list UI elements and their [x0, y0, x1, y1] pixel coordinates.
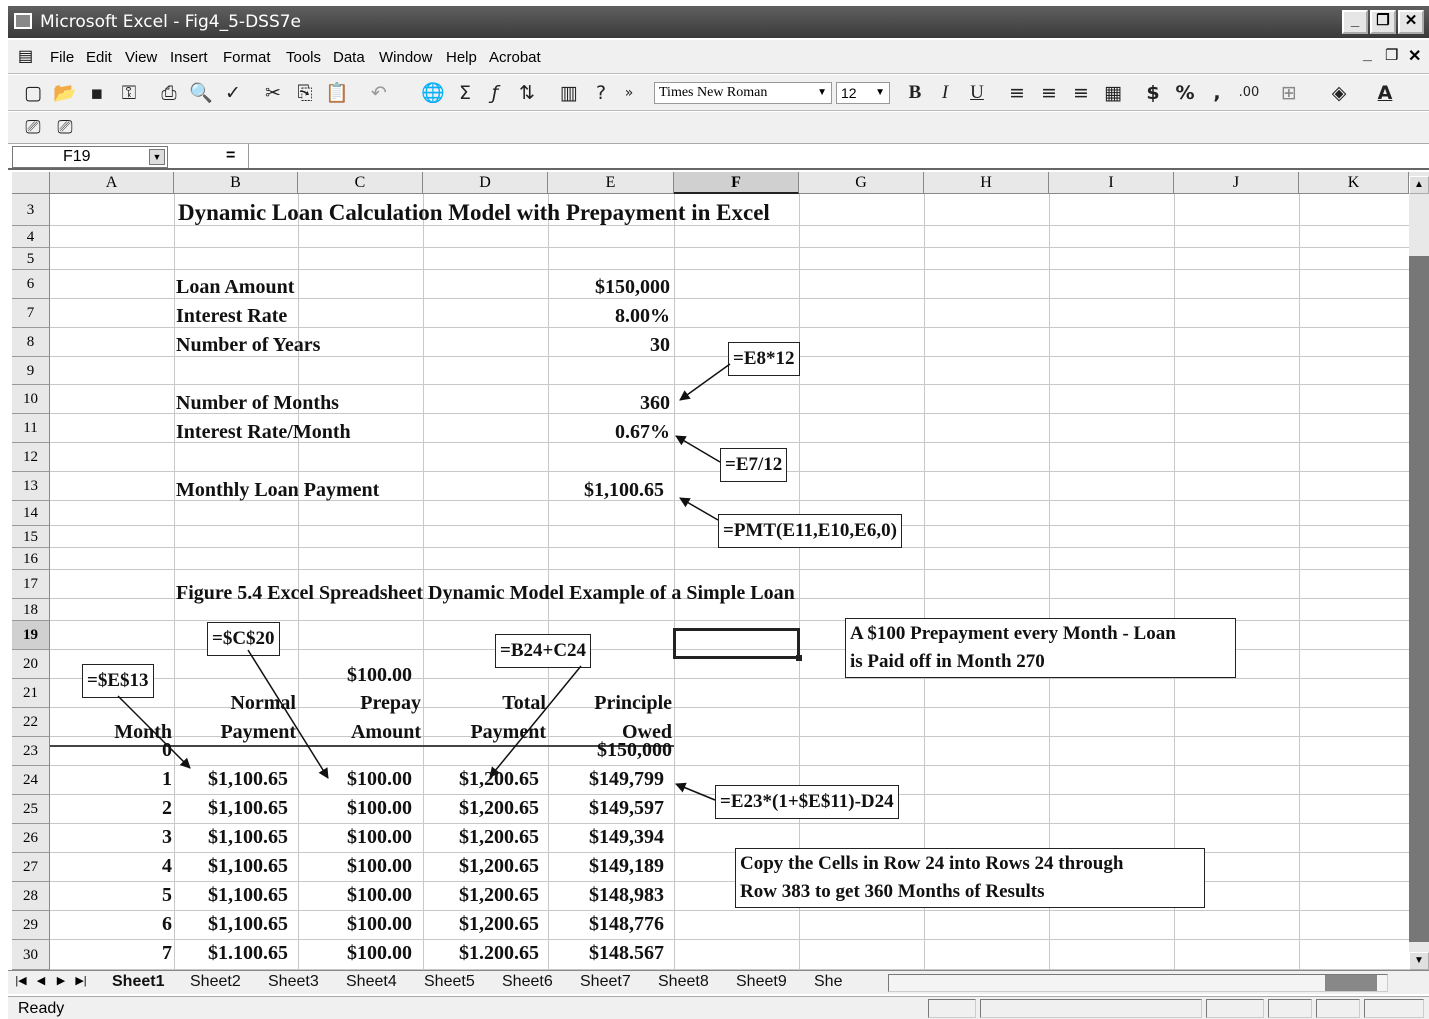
- chart-wizard-icon[interactable]: ▥: [556, 80, 582, 106]
- align-center-icon[interactable]: ≡: [1036, 80, 1062, 106]
- more-buttons-icon[interactable]: »: [616, 80, 642, 106]
- chevron-down-icon[interactable]: ▼: [149, 149, 165, 165]
- spelling-icon[interactable]: ✓: [220, 80, 246, 106]
- standard-toolbar: ▢ 📂 ▪ ⚿ ⎙ 🔍 ✓ ✂ ⎘ 📋 ↶ 🌐 Σ ƒ ⇅ ▥ ? » Time…: [8, 75, 1429, 111]
- align-right-icon[interactable]: ≡: [1068, 80, 1094, 106]
- name-box[interactable]: F19 ▼: [12, 146, 168, 168]
- worksheet-grid[interactable]: 3 4 5 6 7 8 9 10 11 12 13 14 15 16 17 18 19 20 21 22 23 24 25 2…: [12, 172, 1409, 970]
- comma-button[interactable]: ,: [1204, 80, 1230, 106]
- scroll-up-icon[interactable]: ▲: [1409, 176, 1429, 194]
- scroll-down-icon[interactable]: ▼: [1409, 952, 1429, 970]
- underline-button[interactable]: U: [964, 80, 990, 106]
- formula-bar: F19 ▼ =: [8, 144, 1429, 170]
- tab-sheet6[interactable]: Sheet6: [502, 973, 553, 991]
- menu-bar: ▤ File Edit View Insert Format Tools Dat…: [8, 40, 1429, 74]
- status-panel: [1316, 999, 1360, 1018]
- align-left-icon[interactable]: ≡: [1004, 80, 1030, 106]
- formula-equals: =: [226, 147, 236, 164]
- copy-icon[interactable]: ⎘: [292, 80, 318, 106]
- status-panel: [980, 999, 1202, 1018]
- menu-window[interactable]: Window: [379, 49, 432, 66]
- font-size-select[interactable]: 12 ▼: [836, 82, 890, 104]
- italic-button[interactable]: I: [932, 80, 958, 106]
- merge-center-icon[interactable]: ▦: [1100, 80, 1126, 106]
- sort-ascending-icon[interactable]: ⇅: [514, 80, 540, 106]
- restore-icon[interactable]: ❐: [1370, 10, 1396, 34]
- menu-tools[interactable]: Tools: [286, 49, 321, 66]
- doc-restore-icon[interactable]: ❐: [1385, 46, 1398, 64]
- menu-help[interactable]: Help: [446, 49, 477, 66]
- menu-acrobat[interactable]: Acrobat: [489, 49, 541, 66]
- tab-sheet8[interactable]: Sheet8: [658, 973, 709, 991]
- currency-button[interactable]: $: [1140, 80, 1166, 106]
- excel-app-icon[interactable]: [14, 13, 32, 29]
- scroll-thumb[interactable]: [1409, 256, 1429, 942]
- doc-close-icon[interactable]: ✕: [1408, 46, 1421, 66]
- chevron-down-icon: ▼: [817, 87, 827, 98]
- help-icon[interactable]: ?: [588, 80, 614, 106]
- print-preview-icon[interactable]: 🔍: [188, 80, 214, 106]
- sheet-tab-bar: |◀ ◀ ▶ ▶| Sheet1 Sheet2 Sheet3 Sheet4 Sh…: [8, 970, 1429, 994]
- status-panel: [928, 999, 976, 1018]
- status-panel: [1206, 999, 1264, 1018]
- tab-sheet7[interactable]: Sheet7: [580, 973, 631, 991]
- status-panel: [1364, 999, 1424, 1018]
- status-bar: Ready: [8, 996, 1429, 1019]
- menu-data[interactable]: Data: [333, 49, 365, 66]
- paste-icon[interactable]: 📋: [324, 80, 350, 106]
- open-icon[interactable]: 📂: [52, 80, 78, 106]
- font-name-select[interactable]: Times New Roman ▼: [654, 82, 832, 104]
- workbook-icon[interactable]: ▤: [18, 46, 33, 66]
- status-panel: [1268, 999, 1312, 1018]
- tab-sheet10[interactable]: She: [814, 973, 842, 991]
- next-sheet-icon[interactable]: ▶: [54, 974, 68, 987]
- tab-sheet1[interactable]: Sheet1: [112, 973, 164, 991]
- autosum-icon[interactable]: Σ: [452, 80, 478, 106]
- save-icon[interactable]: ▪: [84, 80, 110, 106]
- font-color-icon[interactable]: A: [1372, 80, 1398, 106]
- formula-input[interactable]: [248, 144, 1429, 168]
- menu-insert[interactable]: Insert: [170, 49, 208, 66]
- first-sheet-icon[interactable]: |◀: [14, 974, 28, 987]
- percent-button[interactable]: %: [1172, 80, 1198, 106]
- callout-arrows: [117, 363, 731, 801]
- tab-sheet5[interactable]: Sheet5: [424, 973, 475, 991]
- doc-minimize-icon[interactable]: _: [1363, 46, 1372, 64]
- bold-button[interactable]: B: [902, 80, 928, 106]
- acrobat-toolbar: ⎚ ⎚: [8, 112, 1429, 144]
- increase-decimal-button[interactable]: .00: [1236, 80, 1262, 106]
- cut-icon[interactable]: ✂: [260, 80, 286, 106]
- menu-view[interactable]: View: [125, 49, 157, 66]
- tab-sheet2[interactable]: Sheet2: [190, 973, 241, 991]
- menu-format[interactable]: Format: [223, 49, 271, 66]
- undo-icon[interactable]: ↶: [366, 80, 392, 106]
- last-sheet-icon[interactable]: ▶|: [74, 974, 88, 987]
- title-bar: Microsoft Excel - Fig4_5-DSS7e _ ❐ ✕: [8, 6, 1429, 38]
- tab-sheet4[interactable]: Sheet4: [346, 973, 397, 991]
- permission-icon[interactable]: ⚿: [116, 80, 142, 106]
- new-icon[interactable]: ▢: [20, 80, 46, 106]
- minimize-icon[interactable]: _: [1342, 10, 1368, 34]
- tab-sheet3[interactable]: Sheet3: [268, 973, 319, 991]
- fill-color-icon[interactable]: ◈: [1326, 80, 1352, 106]
- status-text: Ready: [18, 1000, 65, 1017]
- hyperlink-icon[interactable]: 🌐: [420, 80, 446, 106]
- print-icon[interactable]: ⎙: [156, 80, 182, 106]
- menu-edit[interactable]: Edit: [86, 49, 112, 66]
- chevron-down-icon: ▼: [875, 87, 885, 98]
- tab-sheet9[interactable]: Sheet9: [736, 973, 787, 991]
- convert-and-email-icon[interactable]: ⎚: [52, 114, 78, 140]
- convert-to-pdf-icon[interactable]: ⎚: [20, 114, 46, 140]
- close-icon[interactable]: ✕: [1398, 10, 1424, 34]
- vertical-scrollbar[interactable]: ▲ ▼: [1409, 172, 1429, 970]
- horizontal-scrollbar[interactable]: [888, 974, 1388, 992]
- prev-sheet-icon[interactable]: ◀: [34, 974, 48, 987]
- h-scroll-thumb[interactable]: [1325, 975, 1377, 991]
- borders-icon[interactable]: ⊞: [1276, 80, 1302, 106]
- window-title: Microsoft Excel - Fig4_5-DSS7e: [40, 12, 302, 32]
- menu-file[interactable]: File: [50, 49, 74, 66]
- function-icon[interactable]: ƒ: [482, 80, 508, 106]
